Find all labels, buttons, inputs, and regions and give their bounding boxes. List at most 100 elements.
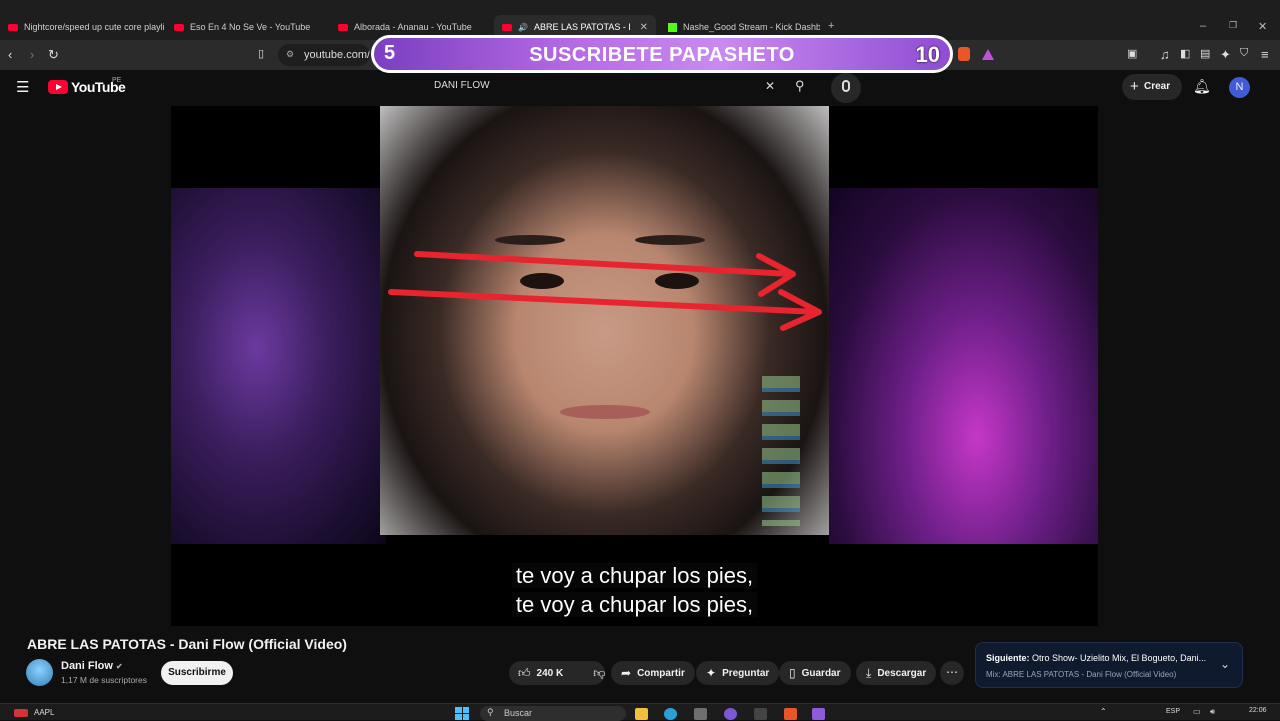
download-button[interactable]: ⤓ Descargar xyxy=(856,661,937,685)
like-dislike-group: 👍︎ 240 K 👎︎ xyxy=(509,661,605,685)
youtube-icon xyxy=(502,23,512,31)
region-code: PE xyxy=(112,77,122,84)
banner-text: SUSCRIBETE PAPASHETO xyxy=(529,44,795,66)
tab-title: ABRE LAS PATOTAS - Dani Fl xyxy=(533,22,630,32)
save-label: Guardar xyxy=(801,667,841,679)
thumbs-down-icon: 👎︎ xyxy=(593,665,606,680)
goal-target-count: 10 xyxy=(915,42,940,67)
microphone-icon xyxy=(842,80,850,92)
video-player[interactable]: te voy a chupar los pies, te voy a chupa… xyxy=(171,106,1098,626)
clock[interactable]: 22:06 xyxy=(1249,707,1267,714)
notifications-bell-icon[interactable]: 🔔︎ xyxy=(1193,78,1211,95)
red-arrows-drawing xyxy=(388,251,822,331)
network-icon[interactable]: ▭ xyxy=(1193,707,1201,716)
share-button[interactable]: ➦ Compartir xyxy=(611,661,695,685)
twitch-icon[interactable] xyxy=(812,708,825,720)
close-icon[interactable]: ✕ xyxy=(640,22,648,33)
taskbar-search[interactable]: ⚲ Buscar xyxy=(480,706,626,721)
youtube-header: ☰ YouTube PE DANI FLOW ✕ ⚲ + Crear 🔔︎ N xyxy=(0,70,1280,106)
create-button[interactable]: + Crear xyxy=(1122,74,1182,100)
file-explorer-icon[interactable] xyxy=(635,708,648,720)
close-window-icon[interactable]: ✕ xyxy=(1258,20,1267,33)
input-language[interactable]: ESP xyxy=(1166,708,1180,715)
tab-title: Eso En 4 No Se Ve - YouTube xyxy=(190,22,311,32)
sparkle-icon: ✦ xyxy=(706,666,717,680)
restore-icon[interactable]: ❐ xyxy=(1229,20,1237,31)
screenshot-icon[interactable]: ▣ xyxy=(1127,47,1137,60)
more-icon: ⋯ xyxy=(946,665,958,679)
minimize-icon[interactable]: – xyxy=(1200,20,1206,32)
download-icon: ⤓ xyxy=(866,665,872,680)
chevron-up-icon[interactable]: ⌃ xyxy=(1100,707,1107,716)
hamburger-menu-icon[interactable]: ☰ xyxy=(16,78,29,96)
ask-button[interactable]: ✦ Preguntar xyxy=(696,661,780,685)
rewards-icon[interactable] xyxy=(982,49,994,60)
tab-title: Alborada - Ananau - YouTube xyxy=(354,22,472,32)
edge-icon[interactable] xyxy=(664,708,677,720)
stock-widget-icon[interactable] xyxy=(14,709,28,717)
tab-title: Nightcore/speed up cute core playlis xyxy=(24,22,164,32)
ask-label: Preguntar xyxy=(722,667,770,679)
share-icon: ➦ xyxy=(621,666,632,680)
brave-icon[interactable] xyxy=(784,708,797,720)
like-button[interactable]: 👍︎ 240 K xyxy=(509,661,572,685)
chevron-down-icon[interactable]: ⌄ xyxy=(1220,657,1230,671)
forward-icon[interactable]: › xyxy=(30,47,34,62)
create-label: Crear xyxy=(1144,81,1171,92)
up-next-mix: Mix: ABRE LAS PATOTAS - Dani Flow (Offic… xyxy=(986,670,1177,679)
store-icon[interactable] xyxy=(694,708,707,720)
subscribe-goal-banner: 5 SUSCRIBETE PAPASHETO 10 xyxy=(371,35,953,73)
up-next-title: Siguiente: Otro Show- Uzielito Mix, El B… xyxy=(986,653,1211,663)
subscriber-count: 1,17 M de suscriptores xyxy=(61,675,147,685)
taskbar-search-placeholder: Buscar xyxy=(504,708,533,718)
clear-search-icon[interactable]: ✕ xyxy=(765,79,775,93)
volume-icon[interactable]: 🔊︎ xyxy=(1210,707,1215,717)
browser-tab-strip: Nightcore/speed up cute core playlis Eso… xyxy=(0,0,1280,40)
sidebar-icon[interactable]: ◧ xyxy=(1180,47,1190,60)
channel-avatar[interactable] xyxy=(26,659,53,686)
search-input[interactable]: DANI FLOW xyxy=(434,80,490,91)
search-icon[interactable]: ⚲ xyxy=(795,78,805,94)
save-button[interactable]: ▯ Guardar xyxy=(779,661,851,685)
download-label: Descargar xyxy=(877,667,927,679)
vpn-icon[interactable]: ⛉ xyxy=(1240,47,1248,60)
channel-name-text: Dani Flow xyxy=(61,660,113,672)
subscribe-button[interactable]: Suscribirme xyxy=(161,661,233,685)
new-tab-icon[interactable]: + xyxy=(828,20,834,32)
bookmark-icon: ▯ xyxy=(789,666,796,680)
speaker-icon: 🔊 xyxy=(518,22,528,32)
more-actions-button[interactable]: ⋯ xyxy=(940,661,964,685)
stock-ticker[interactable]: AAPL xyxy=(34,708,54,717)
reload-icon[interactable]: ↻ xyxy=(48,47,59,63)
plus-icon: + xyxy=(1130,78,1139,95)
menu-icon[interactable]: ≡ xyxy=(1261,47,1269,62)
browser-tab-2[interactable]: Eso En 4 No Se Ve - YouTube xyxy=(166,16,326,38)
windows-taskbar: AAPL ⚲ Buscar ⌃ ESP ▭ 🔊︎ 22:06 xyxy=(0,703,1280,721)
video-title: ABRE LAS PATOTAS - Dani Flow (Official V… xyxy=(27,636,347,652)
browser-tab-1[interactable]: Nightcore/speed up cute core playlis xyxy=(0,16,164,38)
music-icon[interactable]: ♫ xyxy=(1160,47,1170,62)
site-info-icon[interactable]: ⚙ xyxy=(286,49,294,60)
up-next-label: Siguiente: xyxy=(986,653,1030,663)
video-captions: te voy a chupar los pies, te voy a chupa… xyxy=(171,561,1098,619)
discord-icon[interactable] xyxy=(724,708,737,720)
windows-start-icon[interactable] xyxy=(455,707,469,720)
ai-icon[interactable]: ✦ xyxy=(1220,47,1231,63)
youtube-logo-icon[interactable] xyxy=(48,80,68,94)
youtube-icon xyxy=(174,23,184,31)
youtube-icon xyxy=(8,23,18,31)
bookmark-icon[interactable]: ▯ xyxy=(258,47,264,60)
like-count: 240 K xyxy=(536,667,564,679)
dislike-button[interactable]: 👎︎ xyxy=(584,661,614,685)
caption-line-1: te voy a chupar los pies, xyxy=(511,563,758,588)
kick-icon xyxy=(668,22,677,32)
brave-shield-icon[interactable] xyxy=(958,47,970,61)
youtube-icon xyxy=(338,23,348,31)
back-icon[interactable]: ‹ xyxy=(8,47,12,62)
wallet-icon[interactable]: ▤ xyxy=(1200,47,1210,60)
app-icon[interactable] xyxy=(754,708,767,720)
account-avatar[interactable]: N xyxy=(1229,77,1250,98)
up-next-panel[interactable]: Siguiente: Otro Show- Uzielito Mix, El B… xyxy=(975,642,1243,688)
url-text: youtube.com/w xyxy=(304,49,370,61)
channel-name[interactable]: Dani Flow ✔ xyxy=(61,660,123,672)
